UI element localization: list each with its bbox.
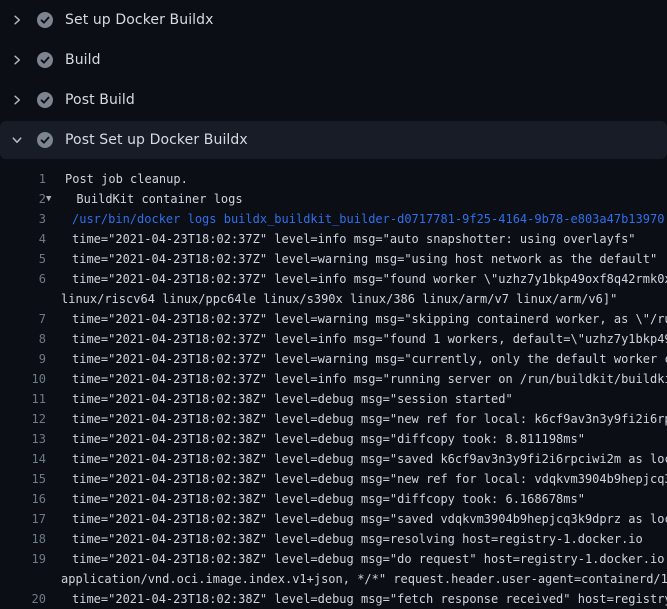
line-number[interactable]: 3 [0, 209, 46, 229]
line-number[interactable]: 11 [0, 389, 46, 409]
log-text: time="2021-04-23T18:02:38Z" level=debug … [72, 449, 667, 469]
check-circle-icon [37, 12, 53, 28]
line-number[interactable]: 10 [0, 369, 46, 389]
log-line: 18 time="2021-04-23T18:02:38Z" level=deb… [0, 529, 667, 549]
log-line: 2 ▼ BuildKit container logs [0, 189, 667, 209]
log-line: 16 time="2021-04-23T18:02:38Z" level=deb… [0, 489, 667, 509]
log-text: time="2021-04-23T18:02:37Z" level=info m… [72, 229, 636, 249]
step-label: Post Set up Docker Buildx [65, 132, 248, 148]
line-number[interactable] [0, 289, 46, 309]
log-text: time="2021-04-23T18:02:38Z" level=debug … [72, 489, 585, 509]
line-number[interactable]: 5 [0, 249, 46, 269]
log-text: time="2021-04-23T18:02:38Z" level=debug … [72, 509, 667, 529]
line-number[interactable]: 14 [0, 449, 46, 469]
log-text: time="2021-04-23T18:02:37Z" level=info m… [72, 269, 667, 289]
log-line: 11 time="2021-04-23T18:02:38Z" level=deb… [0, 389, 667, 409]
line-number[interactable]: 1 [0, 169, 46, 189]
log-line: 17 time="2021-04-23T18:02:38Z" level=deb… [0, 509, 667, 529]
step-label: Set up Docker Buildx [65, 12, 214, 28]
line-number[interactable]: 20 [0, 589, 46, 609]
log-line: 3 /usr/bin/docker logs buildx_buildkit_b… [0, 209, 667, 229]
log-line: 4 time="2021-04-23T18:02:37Z" level=info… [0, 229, 667, 249]
log-line: 7 time="2021-04-23T18:02:37Z" level=warn… [0, 309, 667, 329]
log-text: time="2021-04-23T18:02:38Z" level=debug … [72, 389, 513, 409]
log-text: time="2021-04-23T18:02:38Z" level=debug … [72, 589, 667, 609]
log-line: 19 time="2021-04-23T18:02:38Z" level=deb… [0, 549, 667, 569]
line-number[interactable]: 4 [0, 229, 46, 249]
log-text: linux/riscv64 linux/ppc64le linux/s390x … [61, 289, 617, 309]
step-header-post-set-up-docker-buildx[interactable]: Post Set up Docker Buildx [0, 121, 667, 159]
log-line: 9 time="2021-04-23T18:02:37Z" level=warn… [0, 349, 667, 369]
log-text: time="2021-04-23T18:02:37Z" level=info m… [72, 329, 667, 349]
step-header-post-build[interactable]: Post Build [0, 80, 667, 120]
command-text: /usr/bin/docker logs buildx_buildkit_bui… [72, 209, 664, 229]
log-text: time="2021-04-23T18:02:38Z" level=debug … [72, 529, 643, 549]
log-line: 1 Post job cleanup. [0, 169, 667, 189]
line-number[interactable]: 12 [0, 409, 46, 429]
log-text: application/vnd.oci.image.index.v1+json,… [61, 569, 667, 589]
log-group-caret-icon[interactable]: ▼ [46, 189, 51, 209]
log-text: time="2021-04-23T18:02:38Z" level=debug … [72, 409, 667, 429]
chevron-down-icon [11, 134, 23, 146]
chevron-right-icon [11, 94, 23, 106]
log-line: 5 time="2021-04-23T18:02:37Z" level=warn… [0, 249, 667, 269]
log-line: linux/riscv64 linux/ppc64le linux/s390x … [0, 289, 667, 309]
line-number[interactable]: 6 [0, 269, 46, 289]
step-label: Post Build [65, 92, 135, 108]
line-number[interactable] [0, 569, 46, 589]
log-text: time="2021-04-23T18:02:37Z" level=warnin… [72, 309, 667, 329]
log-line: 20 time="2021-04-23T18:02:38Z" level=deb… [0, 589, 667, 609]
line-number[interactable]: 19 [0, 549, 46, 569]
check-circle-icon [37, 132, 53, 148]
steps-panel: Set up Docker Buildx Build Post Build Po… [0, 0, 667, 159]
log-text: time="2021-04-23T18:02:38Z" level=debug … [72, 549, 667, 569]
line-number[interactable]: 2 [0, 189, 46, 209]
step-header-build[interactable]: Build [0, 40, 667, 80]
log-line: application/vnd.oci.image.index.v1+json,… [0, 569, 667, 589]
log-text: time="2021-04-23T18:02:37Z" level=warnin… [72, 349, 667, 369]
log-line: 8 time="2021-04-23T18:02:37Z" level=info… [0, 329, 667, 349]
log-line: 10 time="2021-04-23T18:02:37Z" level=inf… [0, 369, 667, 389]
check-circle-icon [37, 52, 53, 68]
check-circle-icon [37, 92, 53, 108]
step-label: Build [65, 52, 101, 68]
log-text: time="2021-04-23T18:02:38Z" level=debug … [72, 429, 585, 449]
log-line: 13 time="2021-04-23T18:02:38Z" level=deb… [0, 429, 667, 449]
log-panel: 1 Post job cleanup. 2 ▼ BuildKit containe… [0, 160, 667, 609]
log-group-title[interactable]: BuildKit container logs [76, 189, 242, 209]
log-text: time="2021-04-23T18:02:37Z" level=info m… [72, 369, 667, 389]
line-number[interactable]: 13 [0, 429, 46, 449]
log-text: Post job cleanup. [65, 169, 188, 189]
log-line: 6 time="2021-04-23T18:02:37Z" level=info… [0, 269, 667, 289]
line-number[interactable]: 8 [0, 329, 46, 349]
log-line: 14 time="2021-04-23T18:02:38Z" level=deb… [0, 449, 667, 469]
line-number[interactable]: 17 [0, 509, 46, 529]
log-line: 15 time="2021-04-23T18:02:38Z" level=deb… [0, 469, 667, 489]
log-text: time="2021-04-23T18:02:37Z" level=warnin… [72, 249, 657, 269]
line-number[interactable]: 15 [0, 469, 46, 489]
log-line: 12 time="2021-04-23T18:02:38Z" level=deb… [0, 409, 667, 429]
line-number[interactable]: 18 [0, 529, 46, 549]
step-header-set-up-docker-buildx[interactable]: Set up Docker Buildx [0, 0, 667, 40]
line-number[interactable]: 16 [0, 489, 46, 509]
line-number[interactable]: 9 [0, 349, 46, 369]
chevron-right-icon [11, 54, 23, 66]
line-number[interactable]: 7 [0, 309, 46, 329]
log-text: time="2021-04-23T18:02:38Z" level=debug … [72, 469, 667, 489]
chevron-right-icon [11, 14, 23, 26]
